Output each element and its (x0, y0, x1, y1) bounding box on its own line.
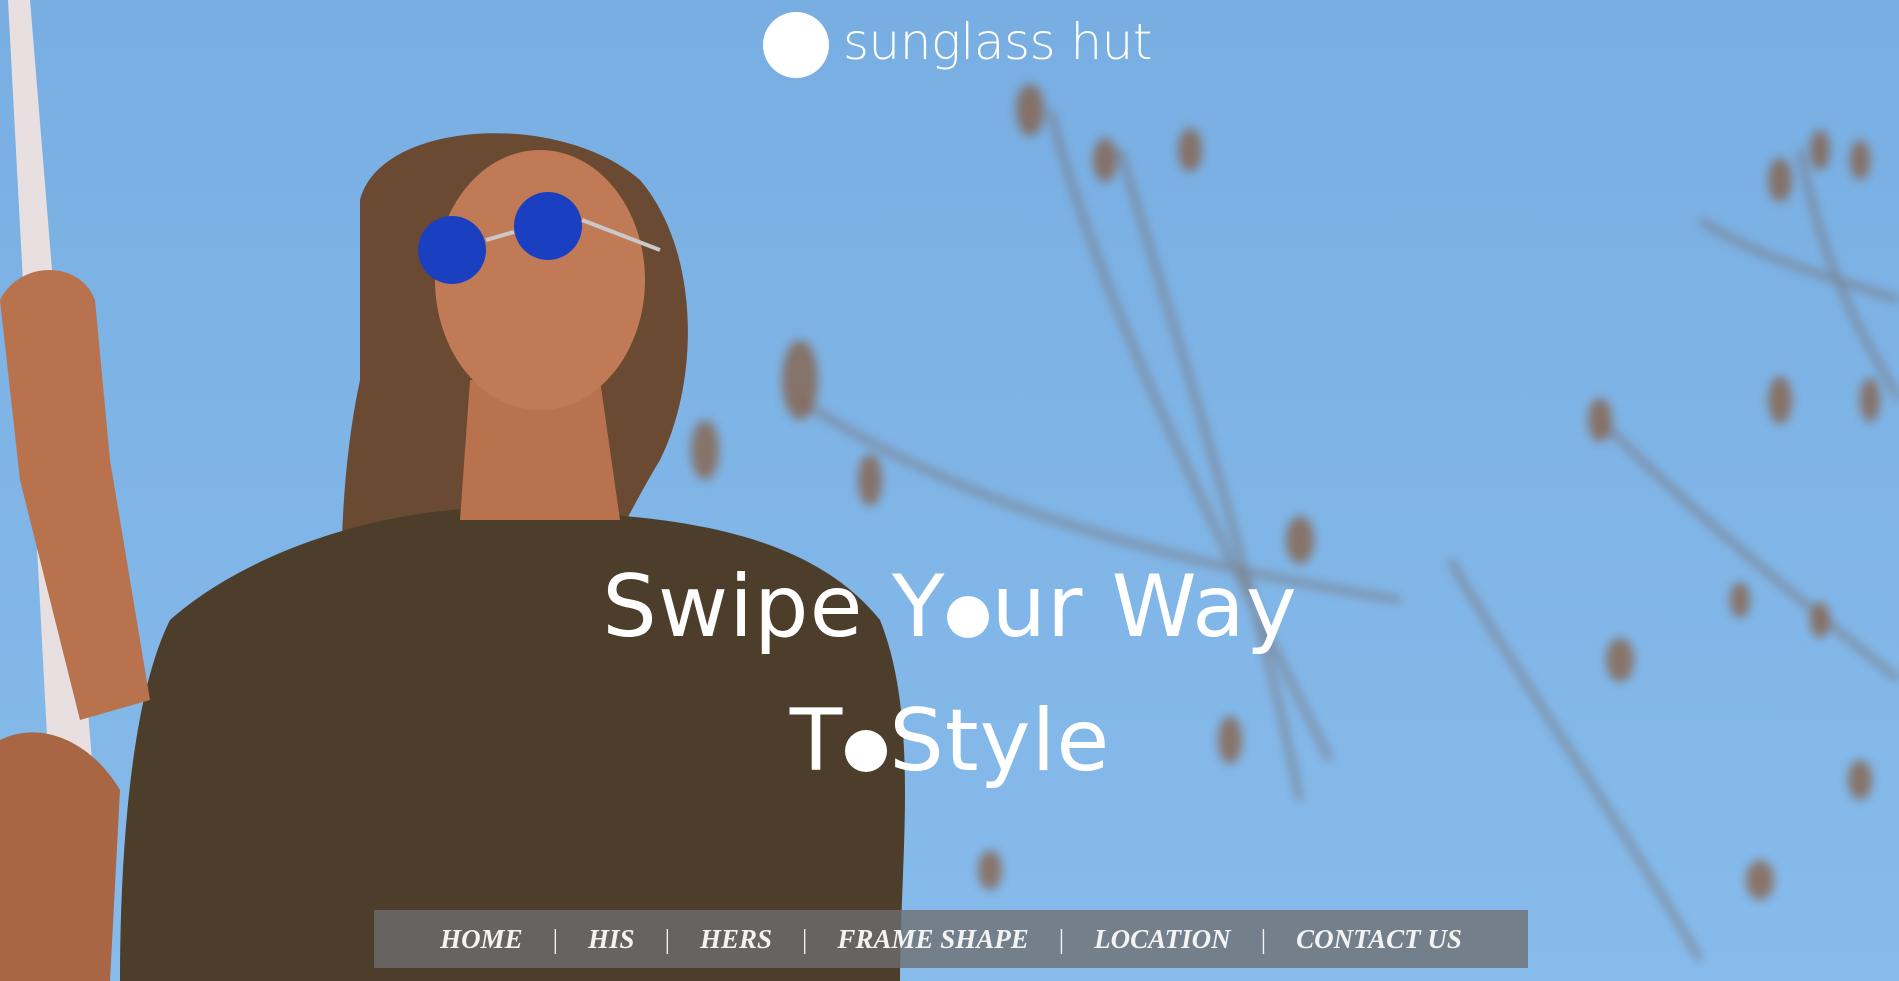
nav-link-contact-us[interactable]: CONTACT US (1296, 924, 1462, 955)
nav-separator: | (664, 923, 670, 954)
brand-logo[interactable]: sunglass hut (763, 12, 1152, 78)
nav-separator: | (552, 923, 559, 954)
headline-line-1: Swipe Y ur Way (540, 540, 1360, 674)
nav-link-frame-shape[interactable]: FRAME SHAPE (837, 924, 1028, 955)
main-navigation: HOME | HIS | HERS | FRAME SHAPE | LOCATI… (374, 910, 1528, 968)
headline-line-2-part-b: Style (889, 691, 1111, 791)
nav-separator: | (802, 923, 808, 954)
brand-name: sunglass hut (843, 13, 1152, 71)
logo-circle-icon (763, 12, 829, 78)
headline-dot-icon (845, 730, 888, 772)
headline-line-1-part-b: ur Way (991, 557, 1298, 657)
nav-separator: | (1058, 923, 1065, 954)
hero-headline: Swipe Y ur Way T Style (540, 540, 1360, 808)
background-branches (691, 84, 1899, 962)
nav-link-home[interactable]: HOME (440, 924, 523, 955)
nav-link-hers[interactable]: HERS (700, 924, 772, 955)
nav-separator: | (1260, 923, 1267, 954)
headline-line-2: T Style (540, 674, 1360, 808)
headline-line-1-part-a: Swipe Y (602, 557, 946, 657)
nav-link-location[interactable]: LOCATION (1094, 924, 1231, 955)
headline-dot-icon (947, 596, 990, 638)
headline-line-2-part-a: T (789, 691, 844, 791)
hero-background (0, 0, 1899, 981)
nav-link-his[interactable]: HIS (588, 924, 635, 955)
